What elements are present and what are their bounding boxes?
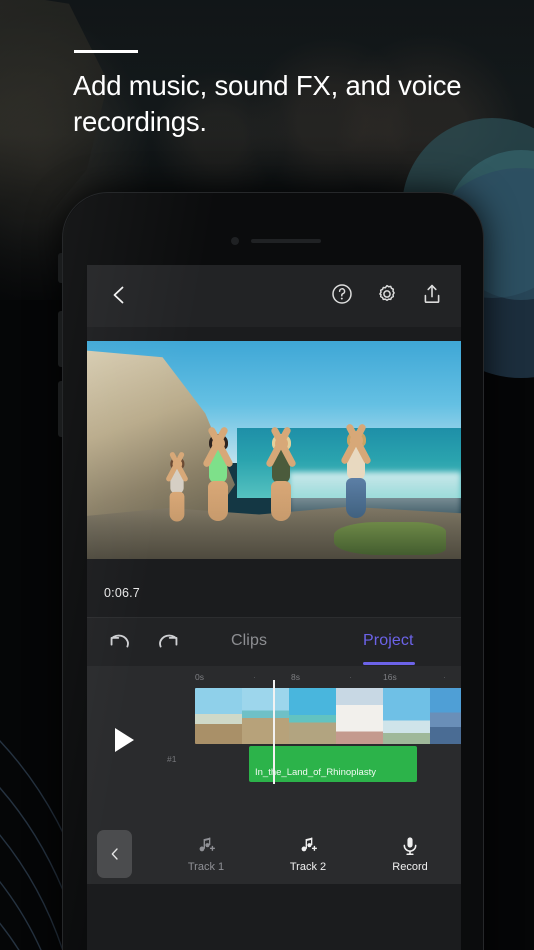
video-preview[interactable] — [87, 341, 461, 559]
timeline-thumbnail — [289, 688, 336, 744]
timeline-thumbnail — [383, 688, 430, 744]
timeline-playhead[interactable] — [273, 680, 275, 784]
play-triangle-icon[interactable] — [115, 728, 134, 752]
ruler-dot-3: · — [443, 672, 446, 682]
toolbar-label-record: Record — [392, 861, 428, 873]
redo-arrow-icon[interactable] — [155, 629, 181, 655]
bottom-toolbar: Track 1 Track 2 Record — [87, 824, 461, 884]
editor-tab-bar: Clips Project — [87, 618, 461, 666]
timecode-label: 0:06.7 — [104, 586, 140, 600]
toolbar-item-record[interactable]: Record — [359, 835, 461, 873]
phone-front-camera — [231, 237, 239, 245]
preview-moss — [333, 521, 447, 555]
toolbar-item-track-1[interactable]: Track 1 — [155, 835, 257, 873]
toolbar-item-track-2[interactable]: Track 2 — [257, 835, 359, 873]
timeline-thumbnail — [430, 688, 461, 744]
microphone-icon — [399, 835, 421, 857]
share-upload-icon[interactable] — [420, 282, 444, 306]
timecode-bar: 0:06.7 — [87, 573, 461, 618]
phone-mockup: 0:06.7 Clips Project 0s · 8s · 16s · #1 … — [58, 192, 484, 950]
toolbar-back-button[interactable] — [97, 830, 132, 878]
app-bar-actions — [330, 282, 444, 306]
help-circle-icon[interactable] — [330, 282, 354, 306]
timeline-panel[interactable]: 0s · 8s · 16s · #1 In_the_Land_of_Rhinop… — [87, 666, 461, 824]
ruler-dot-1: · — [253, 672, 256, 682]
app-screen: 0:06.7 Clips Project 0s · 8s · 16s · #1 … — [87, 265, 461, 950]
phone-mute-switch[interactable] — [58, 253, 62, 283]
tab-project[interactable]: Project — [363, 632, 414, 650]
toolbar-label-track-1: Track 1 — [187, 861, 225, 873]
timeline-thumbnail — [336, 688, 383, 744]
music-note-plus-icon — [195, 835, 217, 857]
hero-headline: Add music, sound FX, and voice recording… — [73, 70, 462, 137]
video-preview-area — [87, 327, 461, 573]
headline-rule — [74, 50, 138, 53]
timeline-thumbnail — [195, 688, 242, 744]
tab-clips[interactable]: Clips — [231, 632, 267, 650]
music-note-plus-icon — [297, 835, 319, 857]
chevron-left-icon — [111, 848, 118, 860]
toolbar-items: Track 1 Track 2 Record — [155, 824, 461, 884]
ruler-dot-2: · — [349, 672, 352, 682]
video-track-strip[interactable] — [195, 688, 461, 744]
app-bar — [87, 265, 461, 327]
tab-active-indicator — [363, 662, 415, 665]
back-button[interactable] — [107, 283, 131, 307]
screenshot-root: Add music, sound FX, and voice recording… — [0, 0, 534, 950]
track-number-label: #1 — [167, 754, 177, 764]
toolbar-label-track-2: Track 2 — [289, 861, 327, 873]
ruler-label-16s: 16s — [383, 672, 397, 682]
undo-arrow-icon[interactable] — [107, 629, 133, 655]
gear-icon[interactable] — [375, 282, 399, 306]
phone-volume-up-button[interactable] — [58, 311, 62, 367]
ruler-label-0s: 0s — [195, 672, 204, 682]
ruler-label-8s: 8s — [291, 672, 300, 682]
phone-earpiece-speaker — [251, 239, 321, 243]
timeline-thumbnail — [242, 688, 289, 744]
phone-volume-down-button[interactable] — [58, 381, 62, 437]
